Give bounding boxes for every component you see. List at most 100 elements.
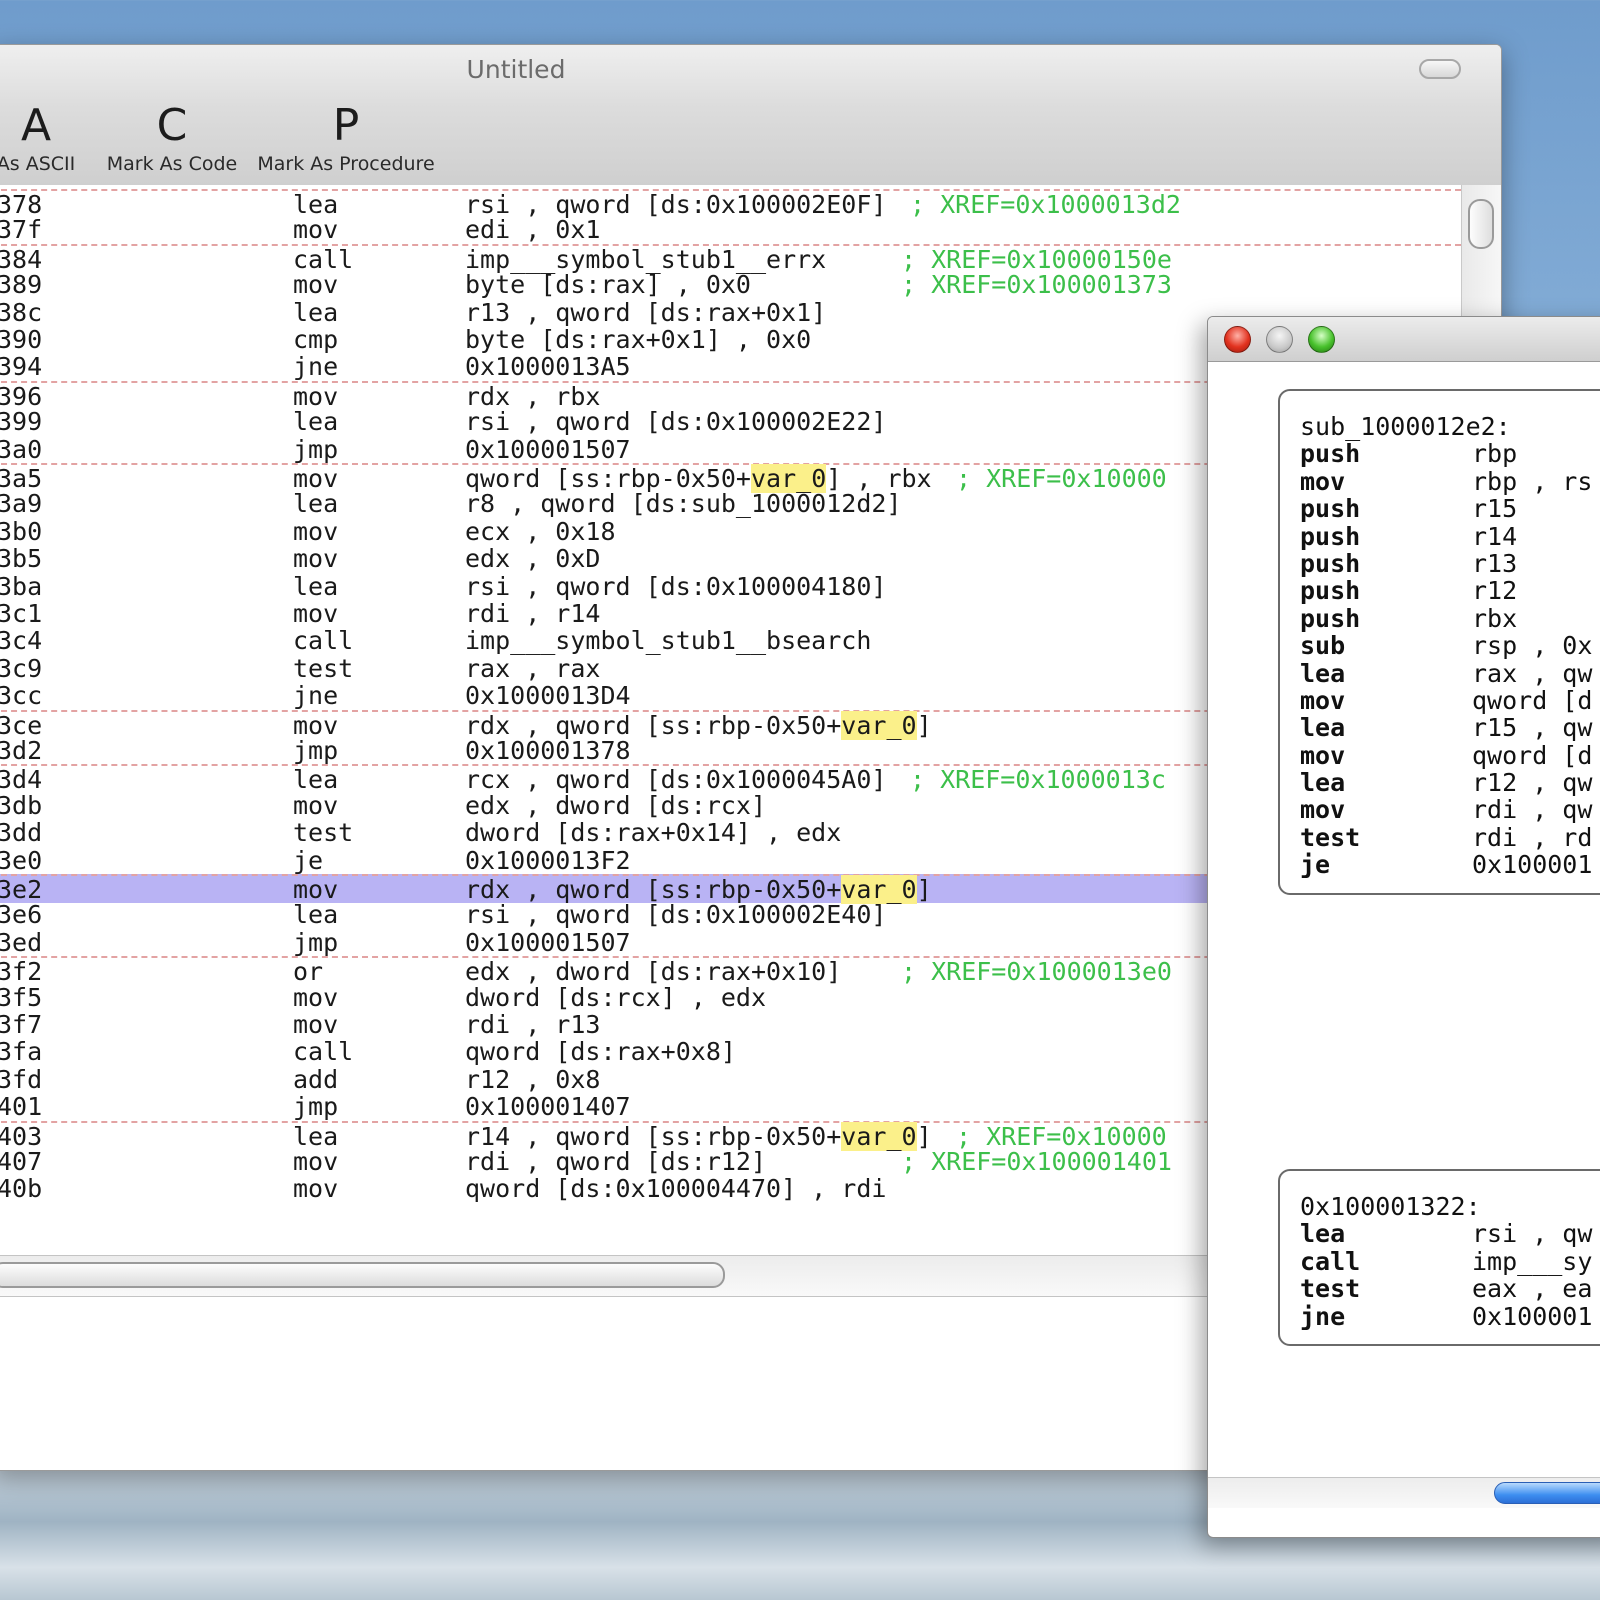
- operand-cell: qword [ss:rbp-0x50+var_0] , rbx: [465, 464, 932, 493]
- operand-cell: rcx , qword [ds:0x1000045A0]: [465, 766, 886, 793]
- address-cell: 403: [0, 1121, 43, 1151]
- mnemonic-cell: jmp: [293, 736, 339, 765]
- address-cell: 3f5: [0, 982, 43, 1012]
- operand-cell: edx , dword [ds:rcx]: [465, 792, 766, 819]
- xref-comment[interactable]: ; XREF=0x1000013d2: [910, 191, 1181, 218]
- graph-node-line: push rbx: [1300, 605, 1600, 632]
- address-cell: 3f7: [0, 1010, 43, 1039]
- address-cell: 3ed: [0, 927, 43, 957]
- mnemonic-cell: mov: [293, 381, 339, 411]
- graph-operand: rdi , qw: [1472, 795, 1593, 825]
- xref-comment[interactable]: ; XREF=0x10000: [956, 1123, 1167, 1150]
- operand-text: 0x1000013A5: [465, 352, 631, 382]
- mnemonic-cell: jmp: [293, 434, 339, 464]
- mnemonic-cell: lea: [293, 489, 339, 519]
- operand-text: qword [ds:rax+0x8]: [465, 1037, 736, 1067]
- address-cell: 38c: [0, 297, 43, 327]
- graph-horizontal-scrollbar[interactable]: [1208, 1477, 1600, 1508]
- horizontal-scroll-thumb[interactable]: [0, 1262, 725, 1288]
- operand-cell: rdi , qword [ds:r12]: [465, 1148, 766, 1175]
- address-cell: 3ce: [0, 710, 43, 740]
- graph-node-line: push r14: [1300, 523, 1600, 550]
- graph-node-line: lea rsi , qw: [1300, 1220, 1600, 1247]
- mnemonic-cell: mov: [293, 1147, 339, 1176]
- address-cell: 3d4: [0, 765, 43, 795]
- zoom-icon[interactable]: [1308, 326, 1335, 353]
- listing-row[interactable]: 37f mov edi , 0x1: [0, 216, 1461, 243]
- operand-text: 0x1000013F2: [465, 845, 631, 875]
- graph-node-line: jne 0x100001: [1300, 1303, 1600, 1330]
- graph-operand: r14: [1472, 521, 1518, 551]
- graph-node[interactable]: sub_1000012e2: push rbp mov rbp , rs push r15 p…: [1278, 389, 1600, 895]
- graph-scroll-thumb[interactable]: [1494, 1482, 1600, 1504]
- mark-as-ascii-button[interactable]: A As ASCII: [0, 101, 91, 176]
- mark-as-code-button[interactable]: C Mark As Code: [103, 100, 241, 176]
- operand-cell: edx , 0xD: [465, 545, 600, 572]
- mnemonic-cell: lea: [293, 190, 339, 219]
- minimize-icon[interactable]: [1266, 326, 1293, 353]
- operand-cell: dword [ds:rcx] , edx: [465, 984, 766, 1011]
- vertical-scroll-thumb[interactable]: [1468, 199, 1494, 249]
- graph-mnemonic: mov: [1300, 685, 1346, 715]
- xref-comment[interactable]: ; XREF=0x10000: [956, 465, 1167, 492]
- graph-operand: r12: [1472, 576, 1518, 606]
- address-cell: 3a5: [0, 464, 43, 493]
- address-cell: 394: [0, 352, 43, 382]
- mnemonic-cell: add: [293, 1064, 339, 1094]
- listing-row[interactable]: 389 mov byte [ds:rax] , 0x0 ; XREF=0x100001…: [0, 271, 1461, 298]
- mnemonic-cell: mov: [293, 599, 339, 628]
- operand-cell: 0x100001378: [465, 737, 631, 764]
- operand-text: r8 , qword [ds:sub_1000012d2]: [465, 489, 902, 519]
- mnemonic-cell: mov: [293, 464, 339, 493]
- operand-cell: 0x100001407: [465, 1093, 631, 1120]
- xref-comment[interactable]: ; XREF=0x100001373: [901, 271, 1172, 298]
- mnemonic-cell: mov: [293, 790, 339, 820]
- operand-text: 0x100001378: [465, 736, 631, 765]
- operand-text: rsi , qword [ds:0x100004180]: [465, 571, 887, 601]
- graph-operand: qword [d: [1472, 740, 1593, 770]
- operand-cell: qword [ds:rax+0x8]: [465, 1038, 736, 1065]
- graph-mnemonic: call: [1300, 1246, 1361, 1276]
- highlighted-variable[interactable]: var_0: [841, 710, 917, 740]
- address-cell: 3db: [0, 790, 43, 820]
- xref-comment[interactable]: ; XREF=0x1000013c: [910, 766, 1166, 793]
- listing-row[interactable]: 384 call imp___symbol_stub1__errx ; XREF=0x…: [0, 243, 1461, 273]
- address-cell: 3b0: [0, 516, 43, 546]
- operand-cell: r12 , 0x8: [465, 1066, 600, 1093]
- operand-cell: rdx , qword [ss:rbp-0x50+var_0]: [465, 710, 932, 740]
- graph-operand: r15: [1472, 494, 1518, 524]
- graph-operand: r12 , qw: [1472, 768, 1593, 798]
- graph-node[interactable]: 0x100001322: lea rsi , qw call imp___sy test e…: [1278, 1169, 1600, 1346]
- graph-node-line: call imp___sy: [1300, 1248, 1600, 1275]
- code-icon: C: [156, 100, 188, 151]
- operand-text: rdi , r13: [465, 1010, 601, 1039]
- mnemonic-cell: lea: [293, 407, 339, 437]
- graph-mnemonic: lea: [1300, 713, 1346, 743]
- graph-node-line: mov qword [d: [1300, 742, 1600, 769]
- graph-mnemonic: lea: [1300, 658, 1346, 688]
- graph-operand: rbp: [1472, 439, 1518, 469]
- close-icon[interactable]: [1224, 326, 1251, 353]
- address-cell: 3e6: [0, 900, 43, 930]
- address-cell: 3b5: [0, 544, 43, 574]
- address-cell: 399: [0, 407, 43, 437]
- graph-operand: rax , qw: [1472, 658, 1593, 688]
- toolbar-toggle-button[interactable]: [1419, 59, 1461, 79]
- address-cell: 3f2: [0, 957, 43, 987]
- listing-row[interactable]: 378 lea rsi , qword [ds:0x100002E0F] ; XREF…: [0, 189, 1461, 218]
- operand-text: ecx , 0x18: [465, 516, 616, 546]
- graph-mnemonic: test: [1300, 822, 1361, 852]
- graph-mnemonic: push: [1300, 439, 1361, 469]
- address-cell: 3a9: [0, 489, 43, 519]
- mark-as-code-label: Mark As Code: [106, 153, 238, 175]
- mark-as-procedure-button[interactable]: P Mark As Procedure: [255, 101, 437, 176]
- graph-node-line: lea r12 , qw: [1300, 769, 1600, 796]
- xref-comment[interactable]: ; XREF=0x1000013e0: [901, 958, 1172, 985]
- graph-operand: rsi , qw: [1472, 1219, 1593, 1249]
- graph-operand: imp___sy: [1472, 1246, 1593, 1276]
- graph-mnemonic: push: [1300, 521, 1361, 551]
- xref-comment[interactable]: ; XREF=0x10000150e: [901, 246, 1172, 273]
- xref-comment[interactable]: ; XREF=0x100001401: [901, 1148, 1172, 1175]
- operand-cell: rax , rax: [465, 655, 600, 682]
- operand-text: 0x100001507: [465, 434, 631, 464]
